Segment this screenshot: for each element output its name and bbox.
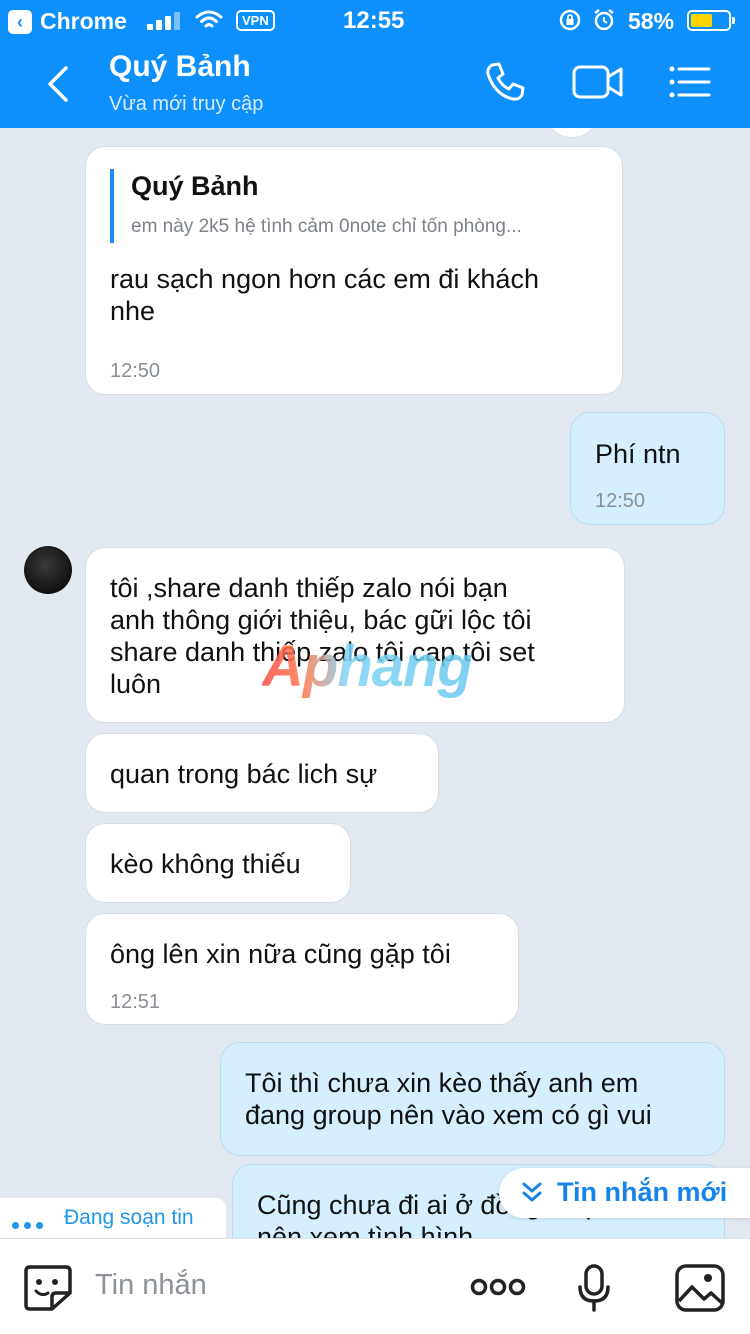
new-message-button[interactable]: Tin nhắn mới [499, 1168, 750, 1218]
message-outgoing[interactable]: Phí ntn 12:50 [570, 412, 725, 525]
image-icon[interactable] [674, 1263, 726, 1313]
quote-text: em này 2k5 hệ tình cảm 0note chỉ tốn phò… [131, 216, 522, 237]
message-input[interactable]: Tin nhắn [95, 1269, 207, 1302]
message-time: 12:51 [110, 991, 161, 1013]
message-text: kèo không thiếu [110, 849, 301, 879]
signal-icon [147, 12, 181, 30]
phone-icon[interactable] [483, 60, 527, 104]
message-incoming[interactable]: kèo không thiếu [85, 823, 351, 903]
back-to-app-icon[interactable]: ‹ [8, 10, 32, 34]
chevron-down-icon [522, 1182, 542, 1202]
contact-status: Vừa mới truy cập [109, 93, 264, 115]
chat-area[interactable]: Quý Bảnh em này 2k5 hệ tình cảm 0note ch… [0, 128, 750, 1238]
message-incoming[interactable]: Quý Bảnh em này 2k5 hệ tình cảm 0note ch… [85, 146, 623, 395]
message-text: tôi ,share danh thiếp zalo nói bạn [110, 573, 508, 603]
typing-label: Đang soạn tin [64, 1206, 194, 1229]
microphone-icon[interactable] [576, 1263, 612, 1313]
message-text: quan trong bác lich sự [110, 759, 378, 789]
message-incoming[interactable]: ông lên xin nữa cũng gặp tôi 12:51 [85, 913, 519, 1025]
watermark-logo: Aphang [262, 634, 473, 699]
message-text: nên xem tình hình [257, 1222, 474, 1238]
message-outgoing[interactable]: Tôi thì chưa xin kèo thấy anh em đang gr… [220, 1042, 725, 1156]
message-text: nhe [110, 296, 156, 326]
vpn-badge: VPN [236, 10, 275, 31]
menu-icon[interactable] [667, 60, 713, 104]
status-bar: ‹ Chrome VPN 12:55 58% [0, 0, 750, 42]
back-icon[interactable] [38, 60, 78, 108]
avatar[interactable] [24, 546, 72, 594]
message-text: đang group nên vào xem có gì vui [245, 1100, 652, 1130]
typing-dots-icon [12, 1216, 48, 1234]
status-time: 12:55 [343, 7, 405, 34]
message-incoming[interactable]: quan trong bác lich sự [85, 733, 439, 813]
message-text: anh thông giới thiệu, bác gữi lộc tôi [110, 605, 532, 635]
message-text: Tôi thì chưa xin kèo thấy anh em [245, 1068, 639, 1098]
typing-indicator: Đang soạn tin [0, 1198, 226, 1242]
chat-header: ‹ Chrome VPN 12:55 58% Quý Bảnh Vừa mới … [0, 0, 750, 128]
more-icon[interactable] [470, 1275, 526, 1299]
contact-name[interactable]: Quý Bảnh [109, 50, 251, 84]
message-text: ông lên xin nữa cũng gặp tôi [110, 939, 451, 969]
partial-bubble [545, 128, 599, 138]
message-time: 12:50 [595, 490, 646, 512]
quote-sender: Quý Bảnh [131, 171, 259, 201]
message-time: 12:50 [110, 360, 161, 382]
message-text: Phí ntn [595, 439, 681, 469]
alarm-icon [594, 9, 614, 31]
new-message-label: Tin nhắn mới [557, 1177, 728, 1207]
message-text: rau sạch ngon hơn các em đi khách [110, 264, 539, 294]
battery-percent: 58% [628, 8, 675, 34]
composer-bar: Tin nhắn [0, 1238, 750, 1334]
battery-icon [687, 10, 735, 31]
sticker-icon[interactable] [22, 1263, 74, 1313]
back-app-label[interactable]: Chrome [40, 8, 127, 35]
wifi-icon [195, 10, 223, 28]
rotation-lock-icon [559, 9, 581, 31]
video-call-icon[interactable] [571, 60, 625, 104]
quoted-message[interactable]: Quý Bảnh em này 2k5 hệ tình cảm 0note ch… [110, 169, 522, 243]
message-text: luôn [110, 669, 162, 699]
